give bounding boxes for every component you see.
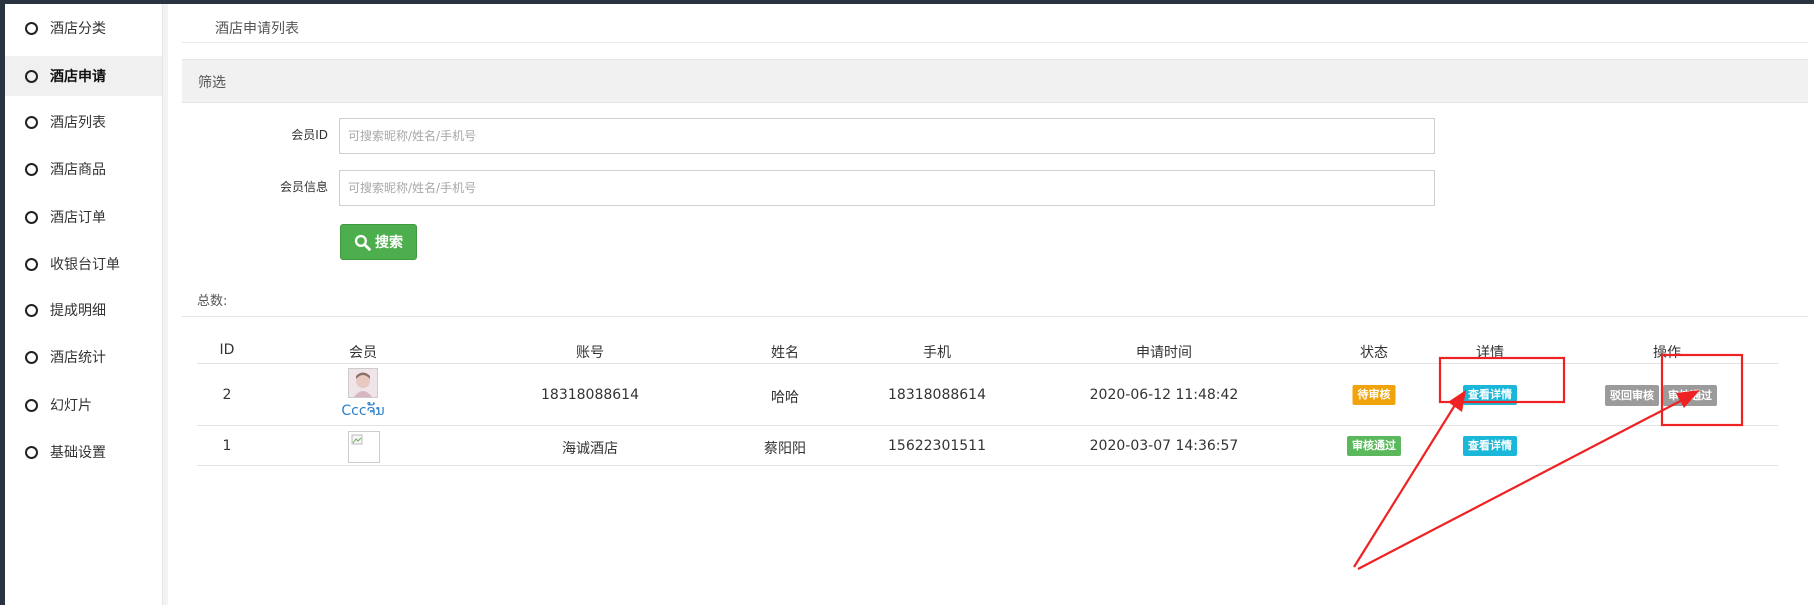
sidebar-item-cashier-orders[interactable]: 收银台订单 bbox=[5, 244, 162, 284]
column-header-status: 状态 bbox=[1360, 345, 1388, 361]
header-divider bbox=[197, 363, 1778, 364]
cell-name: 蔡阳阳 bbox=[764, 441, 806, 457]
filter-heading: 筛选 bbox=[198, 75, 226, 91]
title-divider bbox=[182, 42, 1808, 43]
search-button[interactable]: 搜索 bbox=[340, 224, 417, 260]
member-id-input[interactable] bbox=[339, 118, 1435, 154]
approve-review-button[interactable]: 审核通过 bbox=[1663, 385, 1717, 406]
member-info-label: 会员信息 bbox=[279, 180, 328, 194]
sidebar-item-hotel-orders[interactable]: 酒店订单 bbox=[5, 197, 162, 237]
cell-id: 2 bbox=[222, 387, 232, 403]
avatar-photo-icon bbox=[349, 369, 377, 397]
circle-icon bbox=[25, 257, 38, 271]
column-header-member: 会员 bbox=[349, 345, 377, 361]
circle-icon bbox=[25, 115, 38, 129]
main-content: 酒店申请列表 筛选 会员ID 会员信息 搜索 总数: ID 会员 账号 姓名 手… bbox=[168, 4, 1814, 605]
column-header-actions: 操作 bbox=[1653, 345, 1681, 361]
column-header-name: 姓名 bbox=[771, 345, 799, 361]
avatar-broken-image bbox=[348, 431, 380, 463]
cell-phone: 18318088614 bbox=[888, 387, 986, 403]
circle-icon bbox=[25, 303, 38, 317]
circle-icon bbox=[25, 21, 38, 35]
sidebar-item-label: 酒店统计 bbox=[50, 350, 106, 366]
sidebar-item-label: 收银台订单 bbox=[50, 257, 120, 273]
cell-account: 海诚酒店 bbox=[562, 441, 618, 457]
sidebar-item-label: 酒店订单 bbox=[50, 210, 106, 226]
sidebar-item-label: 基础设置 bbox=[50, 445, 106, 461]
member-id-label: 会员ID bbox=[291, 128, 328, 142]
filter-header: 筛选 bbox=[182, 59, 1808, 103]
circle-icon bbox=[25, 210, 38, 224]
sidebar-item-basic-settings[interactable]: 基础设置 bbox=[5, 432, 162, 472]
sidebar-item-label: 提成明细 bbox=[50, 303, 106, 319]
view-detail-button[interactable]: 查看详情 bbox=[1463, 436, 1517, 456]
sidebar-item-label: 酒店列表 bbox=[50, 115, 106, 131]
page-title: 酒店申请列表 bbox=[215, 21, 299, 37]
circle-icon bbox=[25, 445, 38, 459]
sidebar-item-label: 幻灯片 bbox=[50, 398, 92, 414]
sidebar-item-label: 酒店分类 bbox=[50, 21, 106, 37]
sidebar-item-hotel-category[interactable]: 酒店分类 bbox=[5, 8, 162, 48]
reject-review-button[interactable]: 驳回审核 bbox=[1605, 385, 1659, 406]
circle-icon bbox=[25, 350, 38, 364]
sidebar-item-hotel-goods[interactable]: 酒店商品 bbox=[5, 149, 162, 189]
sidebar-item-slideshow[interactable]: 幻灯片 bbox=[5, 385, 162, 425]
sidebar-item-label: 酒店申请 bbox=[50, 69, 106, 85]
avatar bbox=[348, 368, 378, 398]
view-detail-button[interactable]: 查看详情 bbox=[1463, 385, 1517, 405]
search-icon bbox=[354, 234, 371, 251]
column-header-detail: 详情 bbox=[1476, 345, 1504, 361]
member-nickname[interactable]: Cccຈັນ bbox=[341, 403, 384, 419]
status-badge-approved: 审核通过 bbox=[1347, 436, 1401, 456]
row-divider bbox=[197, 465, 1778, 466]
row-divider bbox=[197, 425, 1778, 426]
total-count: 总数: bbox=[197, 294, 228, 309]
column-header-account: 账号 bbox=[576, 345, 604, 361]
sidebar-item-label: 酒店商品 bbox=[50, 162, 106, 178]
sidebar: 酒店分类 酒店申请 酒店列表 酒店商品 酒店订单 收银台订单 提成明细 酒店统计… bbox=[5, 4, 163, 605]
circle-icon bbox=[25, 398, 38, 412]
circle-icon bbox=[25, 69, 38, 83]
app-frame: 酒店分类 酒店申请 酒店列表 酒店商品 酒店订单 收银台订单 提成明细 酒店统计… bbox=[5, 4, 1814, 605]
broken-image-icon bbox=[351, 434, 363, 445]
cell-account: 18318088614 bbox=[541, 387, 639, 403]
total-divider bbox=[182, 316, 1808, 317]
status-badge-pending: 待审核 bbox=[1352, 385, 1396, 405]
column-header-apply-time: 申请时间 bbox=[1136, 345, 1192, 361]
column-header-phone: 手机 bbox=[923, 345, 951, 361]
member-info-input[interactable] bbox=[339, 170, 1435, 206]
column-header-id: ID bbox=[219, 342, 235, 358]
sidebar-item-hotel-list[interactable]: 酒店列表 bbox=[5, 102, 162, 142]
cell-phone: 15622301511 bbox=[888, 438, 986, 454]
sidebar-item-hotel-application[interactable]: 酒店申请 bbox=[5, 56, 162, 96]
cell-id: 1 bbox=[222, 438, 232, 454]
cell-apply-time: 2020-03-07 14:36:57 bbox=[1089, 438, 1239, 454]
sidebar-item-commission-details[interactable]: 提成明细 bbox=[5, 290, 162, 330]
cell-apply-time: 2020-06-12 11:48:42 bbox=[1089, 387, 1239, 403]
search-button-label: 搜索 bbox=[375, 235, 403, 251]
circle-icon bbox=[25, 162, 38, 176]
sidebar-item-hotel-statistics[interactable]: 酒店统计 bbox=[5, 337, 162, 377]
cell-name: 哈哈 bbox=[771, 390, 799, 406]
